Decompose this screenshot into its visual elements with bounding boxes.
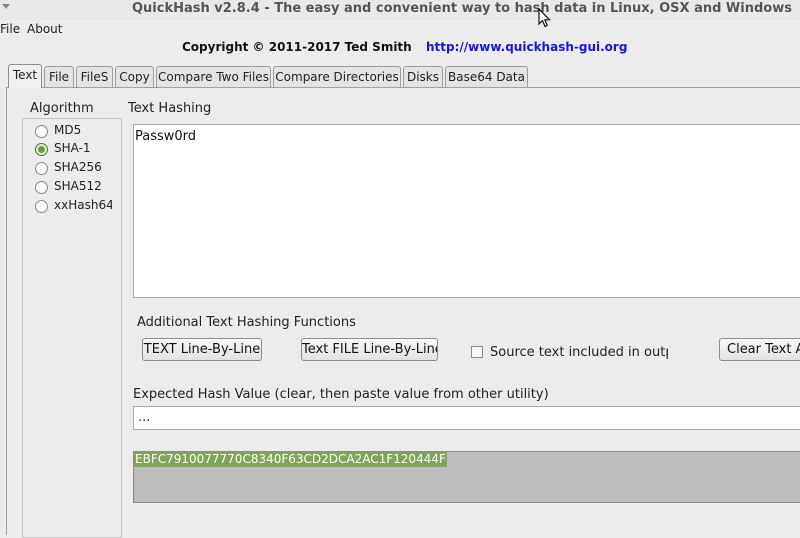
- source-text-checkbox-label[interactable]: Source text included in output: [490, 345, 668, 360]
- algorithm-label: Algorithm: [28, 101, 96, 116]
- radio-label-md5[interactable]: MD5: [54, 123, 112, 137]
- radio-label-sha1[interactable]: SHA-1: [54, 141, 112, 155]
- radio-label-sha256[interactable]: SHA256: [54, 160, 112, 174]
- radio-label-xxhash64[interactable]: xxHash64: [54, 198, 112, 212]
- tab-disks[interactable]: Disks: [403, 66, 443, 87]
- copyright-text: Copyright © 2011-2017 Ted Smith: [182, 40, 412, 54]
- radio-sha1[interactable]: [35, 143, 48, 156]
- radio-sha512[interactable]: [35, 181, 48, 194]
- clear-text-area-button[interactable]: Clear Text Area: [719, 338, 800, 361]
- tab-copy[interactable]: Copy: [115, 66, 154, 87]
- tab-compare-two-files[interactable]: Compare Two Files: [156, 66, 271, 87]
- expected-hash-label: Expected Hash Value (clear, then paste v…: [133, 387, 549, 402]
- radio-xxhash64[interactable]: [35, 200, 48, 213]
- expected-hash-input[interactable]: ...: [133, 406, 800, 430]
- radio-label-sha512[interactable]: SHA512: [54, 179, 112, 193]
- tab-file[interactable]: File: [44, 66, 74, 87]
- additional-functions-label: Additional Text Hashing Functions: [137, 315, 356, 330]
- text-file-line-by-line-button[interactable]: Text FILE Line-By-Line: [301, 338, 438, 361]
- window-menu-icon[interactable]: [2, 4, 10, 9]
- radio-md5[interactable]: [35, 125, 48, 138]
- text-input-area[interactable]: Passw0rd: [133, 124, 800, 298]
- tab-files[interactable]: FileS: [76, 66, 113, 87]
- menu-file[interactable]: File: [0, 22, 20, 36]
- hash-result-text[interactable]: EBFC7910077770C8340F63CD2DCA2AC1F120444F: [134, 452, 447, 467]
- window-title: QuickHash v2.8.4 - The easy and convenie…: [132, 1, 792, 16]
- tab-text[interactable]: Text: [8, 64, 42, 88]
- text-line-by-line-button[interactable]: TEXT Line-By-Line: [142, 338, 262, 361]
- radio-sha256[interactable]: [35, 162, 48, 175]
- tab-compare-directories[interactable]: Compare Directories: [273, 66, 401, 87]
- text-hashing-label: Text Hashing: [128, 101, 212, 116]
- mouse-cursor-icon: [538, 8, 551, 28]
- source-text-checkbox[interactable]: [471, 346, 483, 358]
- menu-about[interactable]: About: [27, 22, 62, 36]
- website-link[interactable]: http://www.quickhash-gui.org: [426, 40, 627, 54]
- tab-base64-data[interactable]: Base64 Data: [445, 66, 528, 87]
